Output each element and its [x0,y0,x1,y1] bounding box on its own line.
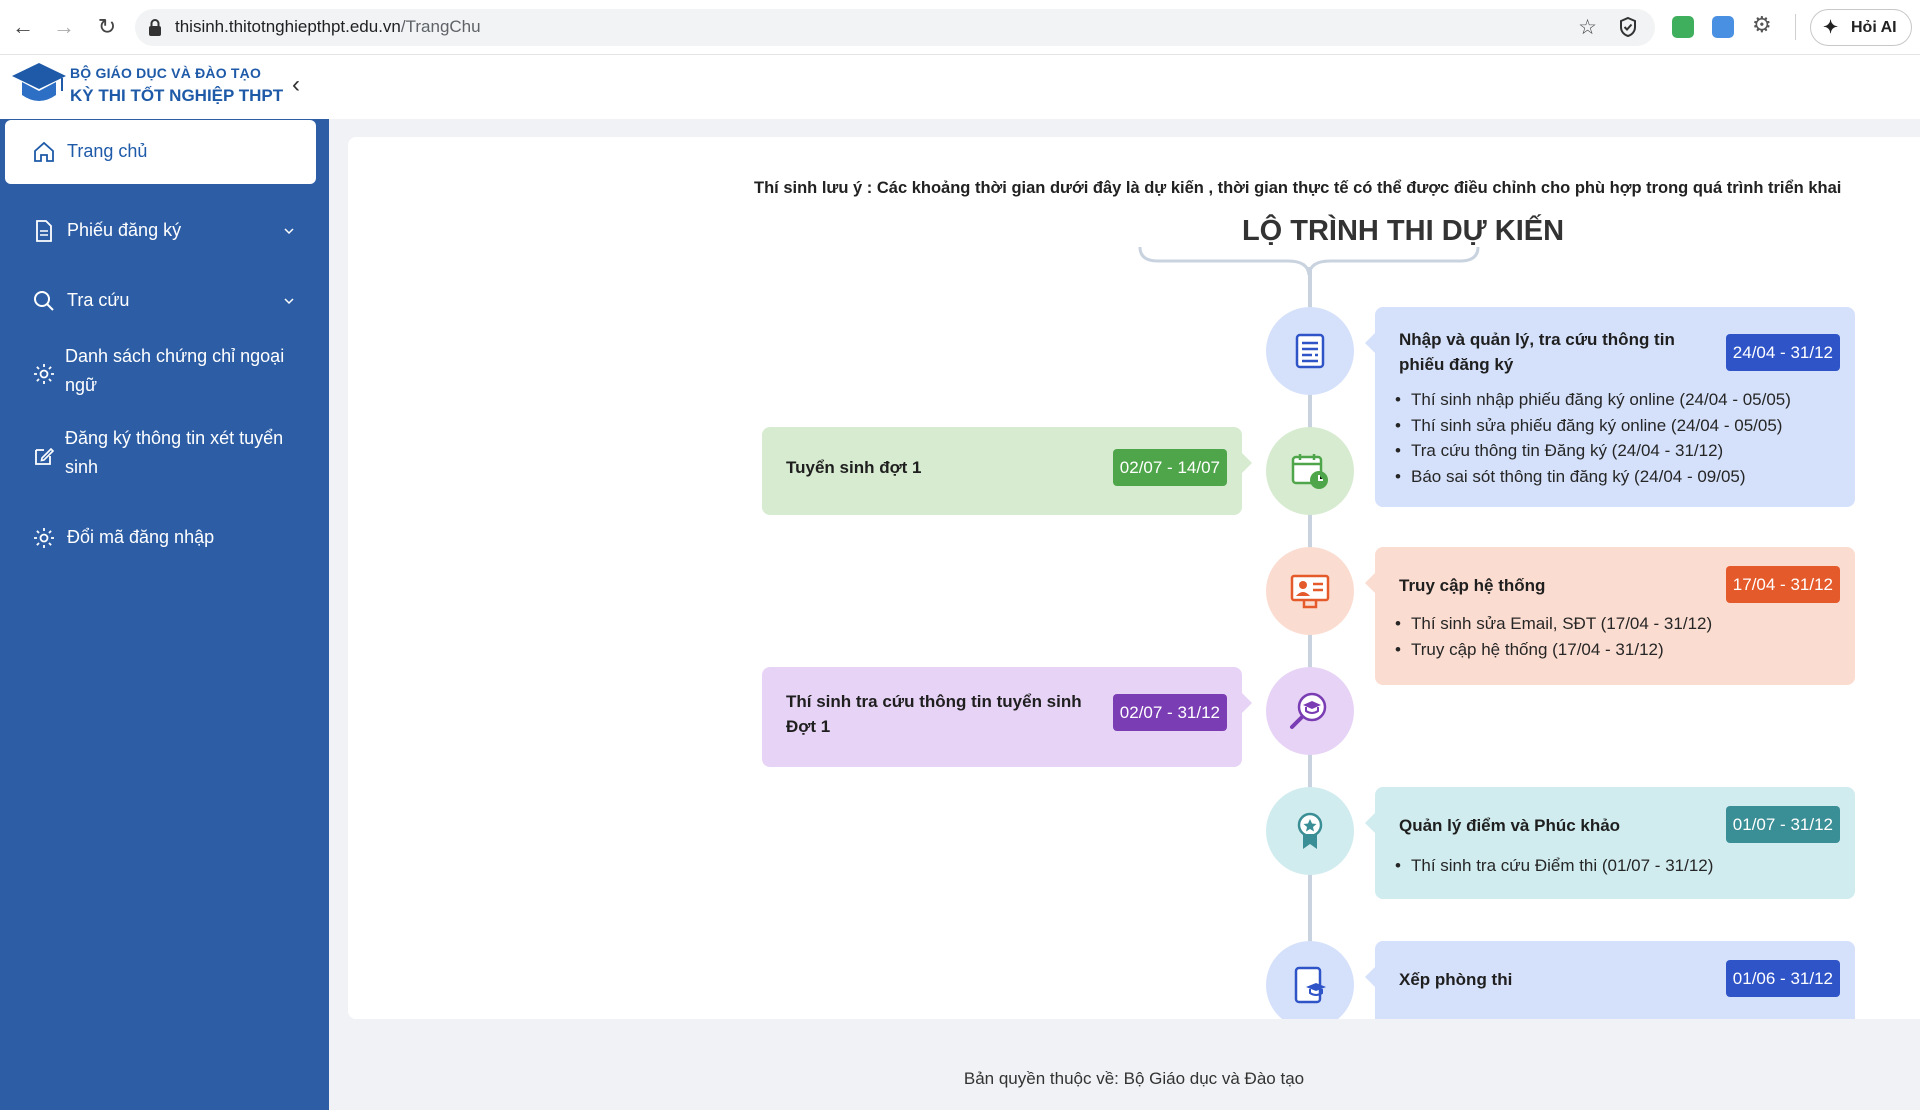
main-panel: Thí sinh lưu ý : Các khoảng thời gian dư… [348,137,1920,1019]
timeline-card: Truy cập hệ thống 17/04 - 31/12 Thí sinh… [1365,547,1855,685]
sparkle-icon: ✦ [1823,17,1839,37]
timeline-card: Thí sinh tra cứu thông tin tuyển sinh Đợ… [762,667,1252,767]
sidebar-item-label: Trang chủ [67,141,148,161]
ask-ai-label: Hỏi AI [1851,19,1897,36]
list-item: Thí sinh tra cứu Điểm thi (01/07 - 31/12… [1395,853,1713,879]
sidebar-item-admission-registration[interactable]: Đăng ký thông tin xét tuyển sinh [5,419,316,493]
chevron-down-icon [284,228,294,235]
date-badge: 02/07 - 14/07 [1112,449,1227,486]
card-title: Xếp phòng thi [1399,970,1513,989]
card-bullets: Thí sinh tra cứu Điểm thi (01/07 - 31/12… [1395,853,1713,879]
footer-copyright: Bản quyền thuộc về: Bộ Giáo dục và Đào t… [963,1069,1305,1088]
card-title: Thí sinh tra cứu thông tin tuyển sinh Đợ… [786,692,1082,736]
date-badge: 24/04 - 31/12 [1725,334,1840,371]
sidebar-item-label: Danh sách chứng chỉ ngoại ngữ [65,346,285,395]
shield-icon[interactable] [1617,16,1639,38]
back-arrow-icon[interactable]: ← [8,12,38,42]
list-item: Báo sai sót thông tin đăng ký (24/04 - 0… [1395,464,1791,490]
graduation-cap-logo-icon [12,63,66,101]
sidebar-item-home[interactable]: Trang chủ [5,120,316,184]
org-name: BỘ GIÁO DỤC VÀ ĐÀO TẠO [70,65,262,81]
forward-arrow-icon[interactable]: → [49,12,79,42]
date-badge: 01/06 - 31/12 [1725,960,1840,997]
card-title: Quản lý điểm và Phúc khảo [1399,816,1621,835]
sidebar: Trang chủ Phiếu đăng ký Tra cứu Danh sác… [0,119,329,1110]
extension-icon[interactable] [1712,16,1734,38]
toolbar-divider [1795,14,1796,40]
user-monitor-icon [1290,574,1330,609]
card-title: Nhập và quản lý, tra cứu thông tin phiếu… [1399,330,1675,374]
sidebar-item-label: Đổi mã đăng nhập [67,527,215,547]
timeline-node [1266,941,1354,1019]
timeline-node [1266,667,1354,755]
timeline-card: Tuyển sinh đợt 1 02/07 - 14/07 [762,427,1252,515]
list-item: Thí sinh nhập phiếu đăng ký online (24/0… [1395,387,1791,413]
sidebar-item-change-password[interactable]: Đổi mã đăng nhập [5,506,316,570]
list-item: Thí sinh sửa Email, SĐT (17/04 - 31/12) [1395,611,1712,637]
sidebar-item-label: Tra cứu [67,290,130,310]
sidebar-item-language-certificates[interactable]: Danh sách chứng chỉ ngoại ngữ [5,337,316,411]
sidebar-item-label: Phiếu đăng ký [67,220,182,240]
card-pointer [1365,967,1375,987]
address-bar[interactable]: thisinh.thitotnghiepthpt.edu.vn/TrangChu… [135,9,1655,46]
list-item: Thí sinh sửa phiếu đăng ký online (24/04… [1395,413,1791,439]
url-text[interactable]: thisinh.thitotnghiepthpt.edu.vn/TrangChu [175,17,481,37]
star-icon[interactable]: ☆ [1578,15,1597,40]
app-name: KỲ THI TỐT NGHIỆP THPT [70,86,284,105]
exam-room-icon [1294,966,1326,1004]
timeline-node [1266,427,1354,515]
sidebar-item-label: Đăng ký thông tin xét tuyển sinh [65,428,284,477]
card-bullets: Thí sinh sửa Email, SĐT (17/04 - 31/12) … [1395,611,1712,662]
award-ribbon-icon [1297,812,1323,849]
card-pointer [1365,813,1375,833]
sidebar-item-registration-form[interactable]: Phiếu đăng ký [5,199,316,263]
card-title: Truy cập hệ thống [1399,576,1546,595]
document-icon [36,220,52,242]
timeline-node [1266,547,1354,635]
calendar-clock-icon [1291,454,1328,489]
list-item: Tra cứu thông tin Đăng ký (24/04 - 31/12… [1395,438,1791,464]
lock-icon [149,19,161,36]
extension-icon[interactable] [1672,16,1694,38]
card-bullets: Thí sinh nhập phiếu đăng ký online (24/0… [1395,387,1791,489]
home-icon [34,141,54,162]
browser-toolbar: ← → ↻ thisinh.thitotnghiepthpt.edu.vn/Tr… [0,0,1920,55]
card-title: Tuyển sinh đợt 1 [786,458,922,477]
edit-icon [35,447,55,465]
date-badge: 01/07 - 31/12 [1725,806,1840,843]
card-pointer [1242,693,1252,713]
date-badge: 02/07 - 31/12 [1112,694,1227,731]
timeline-card: Quản lý điểm và Phúc khảo 01/07 - 31/12 … [1365,787,1855,899]
document-list-icon [1295,333,1325,369]
card-pointer [1365,333,1375,353]
gear-icon [34,364,54,384]
app-header: BỘ GIÁO DỤC VÀ ĐÀO TẠO KỲ THI TỐT NGHIỆP… [0,55,1920,119]
timeline-card: Xếp phòng thi 01/06 - 31/12 [1365,941,1855,1019]
sidebar-collapse-icon[interactable]: ‹ [292,71,300,99]
list-item: Truy cập hệ thống (17/04 - 31/12) [1395,637,1712,663]
page-title: LỘ TRÌNH THI DỰ KIẾN [1241,215,1565,247]
date-badge: 17/04 - 31/12 [1725,566,1840,603]
timeline-card: Nhập và quản lý, tra cứu thông tin phiếu… [1365,307,1855,507]
timeline-node [1266,307,1354,395]
ask-ai-button[interactable]: ✦ Hỏi AI [1810,9,1912,46]
card-pointer [1242,453,1252,473]
chevron-down-icon [284,298,294,305]
puzzle-icon[interactable]: ⚙ [1752,12,1772,38]
timeline-node [1266,787,1354,875]
graduation-search-icon [1290,692,1327,729]
sidebar-item-lookup[interactable]: Tra cứu [5,269,316,333]
gear-icon [34,528,54,548]
reload-icon[interactable]: ↻ [92,12,122,42]
search-icon [34,291,54,311]
card-pointer [1365,573,1375,593]
schedule-note: Thí sinh lưu ý : Các khoảng thời gian dư… [754,179,1842,197]
